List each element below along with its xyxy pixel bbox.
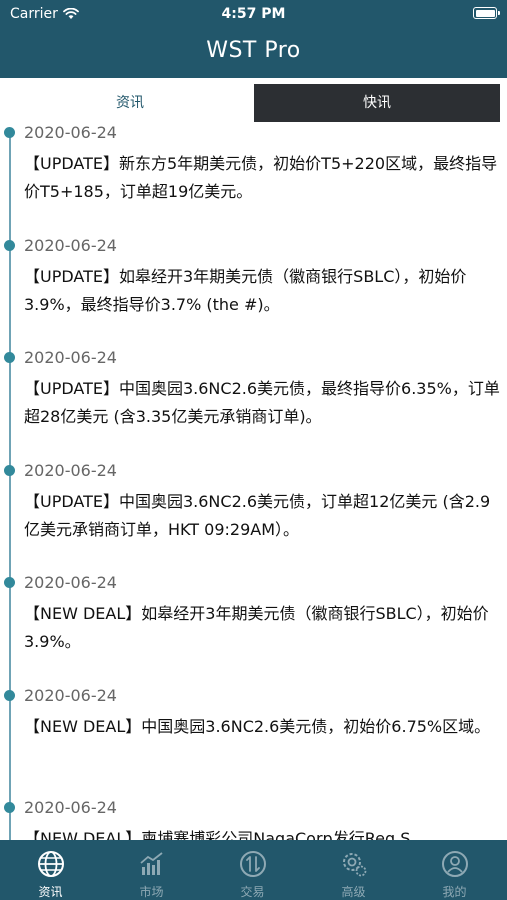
item-date: 2020-06-24: [24, 460, 117, 480]
bottom-tab-profile[interactable]: 我的: [404, 840, 505, 900]
timeline-dot: [4, 802, 15, 813]
item-date: 2020-06-24: [24, 348, 117, 367]
bottom-tab-market[interactable]: 市场: [101, 840, 202, 900]
bottom-tab-label: 市场: [139, 885, 164, 899]
item-date: 2020-06-24: [24, 235, 117, 255]
item-text: 【NEW DEAL】中国奥园3.6NC2.6美元债，初始价6.75%区域。: [24, 716, 491, 736]
list-item[interactable]: 2020-06-24 【UPDATE】如皋经开3年期美元债（徽商银行SBLC），…: [0, 235, 507, 348]
item-date: 2020-06-24: [24, 573, 117, 592]
timeline-dot: [4, 577, 15, 588]
bottom-tab-bar: 资讯 市场 交易 高级 我的: [0, 840, 507, 900]
user-profile-icon: [440, 849, 470, 879]
timeline-dot: [4, 127, 15, 138]
bottom-tab-label: 高级: [341, 885, 366, 899]
list-item[interactable]: 2020-06-24 【NEW DEAL】中国奥园3.6NC2.6美元债，初始价…: [0, 685, 507, 798]
tab-news[interactable]: 资讯: [8, 84, 252, 122]
status-bar: Carrier 4:57 PM: [0, 0, 507, 26]
battery-icon: [473, 7, 500, 19]
item-text: 【NEW DEAL】柬埔寨博彩公司NagaCorp发行Reg S: [24, 829, 411, 840]
item-date: 2020-06-24: [24, 123, 117, 142]
item-text: 【UPDATE】中国奥园3.6NC2.6美元债，订单超12亿美元 (含2.9亿美…: [24, 491, 491, 539]
bottom-tab-news[interactable]: 资讯: [0, 840, 101, 900]
tab-flash-news[interactable]: 快讯: [254, 84, 500, 122]
app-header: Carrier 4:57 PM WST Pro: [0, 0, 507, 78]
app-title: WST Pro: [206, 38, 301, 63]
item-text: 【UPDATE】如皋经开3年期美元债（徽商银行SBLC），初始价3.9%，最终指…: [24, 266, 467, 314]
item-text: 【UPDATE】新东方5年期美元债，初始价T5+220区域，最终指导价T5+18…: [24, 154, 498, 201]
timeline-dot: [4, 464, 15, 476]
timeline-dot: [4, 352, 15, 363]
top-tab-bar: 资讯 快讯: [0, 84, 507, 122]
item-text: 【UPDATE】中国奥园3.6NC2.6美元债，最终指导价6.35%，订单超28…: [24, 379, 500, 426]
list-item[interactable]: 2020-06-24 【UPDATE】中国奥园3.6NC2.6美元债，订单超12…: [0, 460, 507, 573]
item-text: 【NEW DEAL】如皋经开3年期美元债（徽商银行SBLC），初始价3.9%。: [24, 604, 489, 651]
bottom-tab-label: 交易: [240, 885, 265, 899]
bottom-tab-label: 资讯: [38, 885, 63, 899]
list-item[interactable]: 2020-06-24 【NEW DEAL】柬埔寨博彩公司NagaCorp发行Re…: [0, 797, 507, 840]
gear-advanced-icon: [339, 849, 369, 879]
item-date: 2020-06-24: [24, 685, 117, 705]
bottom-tab-label: 我的: [442, 885, 467, 899]
timeline-dot: [4, 239, 15, 251]
status-time: 4:57 PM: [221, 6, 286, 22]
bottom-tab-advanced[interactable]: 高级: [303, 840, 404, 900]
list-item[interactable]: 2020-06-24 【UPDATE】中国奥园3.6NC2.6美元债，最终指导价…: [0, 347, 507, 460]
globe-icon: [36, 849, 66, 879]
list-item[interactable]: 2020-06-24 【NEW DEAL】如皋经开3年期美元债（徽商银行SBLC…: [0, 572, 507, 685]
bottom-tab-trade[interactable]: 交易: [202, 840, 303, 900]
exchange-icon: [238, 849, 268, 879]
news-feed[interactable]: 2020-06-24 【UPDATE】新东方5年期美元债，初始价T5+220区域…: [0, 122, 507, 840]
item-date: 2020-06-24: [24, 798, 117, 817]
list-item[interactable]: 2020-06-24 【UPDATE】新东方5年期美元债，初始价T5+220区域…: [0, 122, 507, 235]
timeline-dot: [4, 689, 15, 701]
bar-chart-icon: [137, 849, 167, 879]
